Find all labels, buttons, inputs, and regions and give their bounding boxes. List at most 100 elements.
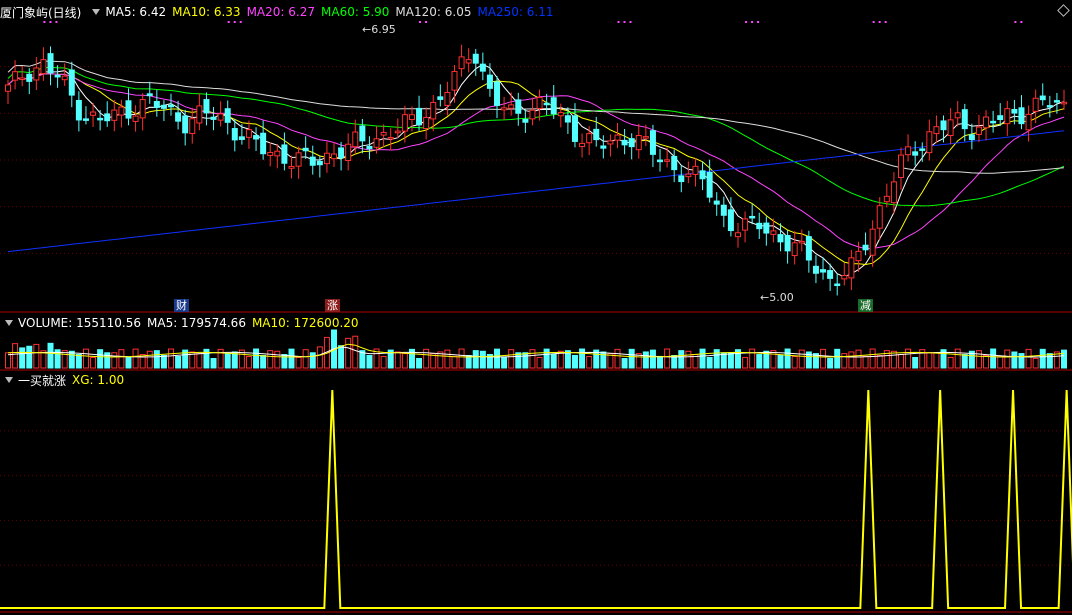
ma10-line [7, 73, 1065, 266]
candle-body [557, 112, 564, 117]
candle-body [508, 104, 515, 109]
candle-body [621, 139, 628, 146]
volume-bar [1032, 357, 1039, 369]
candle-body [146, 93, 153, 97]
collapse-triangle-icon[interactable] [4, 318, 14, 328]
candle-body [501, 107, 508, 111]
top-marker-dot [751, 21, 754, 23]
volume-bar [720, 352, 727, 369]
volume-bar [820, 348, 827, 369]
candle-body [104, 113, 111, 122]
indicator-legend: 一买就涨 XG: 1.00 [0, 372, 130, 388]
candle-body [586, 133, 593, 144]
volume-bar [897, 353, 904, 369]
volume-bar [749, 348, 756, 369]
volume-bar [47, 342, 54, 369]
candle-body [692, 165, 699, 175]
event-marker-finance[interactable]: 财 [174, 299, 189, 312]
top-marker-dot [419, 21, 422, 23]
candle-body [316, 160, 323, 166]
candle-body [805, 236, 812, 261]
top-marker-dot [878, 21, 881, 23]
volume-bar [5, 352, 11, 369]
candle-body [331, 153, 338, 160]
candle-body [742, 218, 749, 231]
volume-bar [160, 354, 167, 369]
volume-bar [338, 345, 345, 369]
candle-body [990, 120, 997, 124]
candle-body [26, 73, 33, 82]
top-marker-dot [1020, 21, 1023, 23]
ma-legend-item: MA10: 6.33 [172, 5, 241, 19]
kline-chart-canvas[interactable] [0, 0, 1072, 615]
volume-bar [961, 354, 968, 369]
candle-body [1018, 107, 1025, 125]
candle-body [494, 81, 501, 106]
candle-body [713, 200, 720, 205]
candle-body [905, 146, 912, 156]
event-marker-rise[interactable]: 涨 [325, 299, 340, 312]
volume-bar [75, 354, 82, 369]
volume-bar [1046, 353, 1053, 369]
volume-bar [245, 355, 252, 369]
candle-body [749, 215, 756, 219]
event-marker-reduce[interactable]: 减 [858, 299, 873, 312]
candle-body [33, 67, 40, 81]
volume-bar [798, 349, 805, 369]
volume-bar [678, 350, 685, 369]
volume-bar [905, 348, 912, 369]
volume-bar [997, 355, 1004, 369]
volume-bar [1025, 348, 1032, 369]
collapse-triangle-icon[interactable] [4, 375, 14, 385]
volume-bar [12, 343, 19, 369]
collapse-triangle-icon[interactable] [91, 7, 101, 17]
candle-body [933, 126, 940, 135]
candle-body [919, 148, 926, 151]
top-marker-dot [629, 21, 632, 23]
volume-bar [713, 349, 720, 369]
candle-body [281, 144, 288, 164]
candle-body [883, 195, 890, 203]
volume-bar [196, 353, 203, 369]
candle-body [876, 205, 883, 229]
volume-bar [522, 352, 529, 369]
candle-body [19, 77, 26, 80]
volume-bar [19, 347, 26, 369]
volume-bar [260, 354, 267, 369]
candle-body [855, 250, 862, 262]
volume-bar [295, 356, 302, 369]
volume-bar [508, 349, 515, 369]
candle-body [295, 152, 302, 167]
candle-body [472, 53, 479, 64]
candle-body [890, 181, 897, 204]
candle-body [416, 107, 423, 126]
volume-bar [345, 337, 352, 369]
candle-body [1039, 95, 1046, 101]
candle-body [522, 119, 529, 123]
candle-body [210, 116, 217, 120]
candle-body [997, 115, 1004, 121]
volume-legend-item: VOLUME: 155110.56 [18, 316, 141, 330]
volume-bar [550, 354, 557, 369]
ma20-line [7, 73, 1065, 250]
candle-body [983, 116, 990, 129]
candle-body [926, 131, 933, 154]
volume-bar [586, 355, 593, 369]
candle-body [961, 109, 968, 130]
volume-bar [82, 348, 89, 369]
high-price-label: ←6.95 [362, 23, 396, 36]
stock-title: 厦门象屿(日线) [0, 5, 82, 20]
candle-body [685, 173, 692, 178]
volume-bar [777, 354, 784, 369]
candle-body [47, 53, 54, 74]
volume-bar [876, 355, 883, 369]
candle-body [288, 165, 295, 169]
volume-legend-item: MA10: 172600.20 [251, 316, 359, 330]
candle-body [784, 235, 791, 252]
volume-bar [97, 349, 104, 369]
candle-body [529, 109, 536, 120]
volume-bar [61, 350, 68, 369]
top-marker-dot [872, 21, 875, 23]
candle-body [841, 275, 848, 280]
volume-bar [649, 349, 656, 369]
